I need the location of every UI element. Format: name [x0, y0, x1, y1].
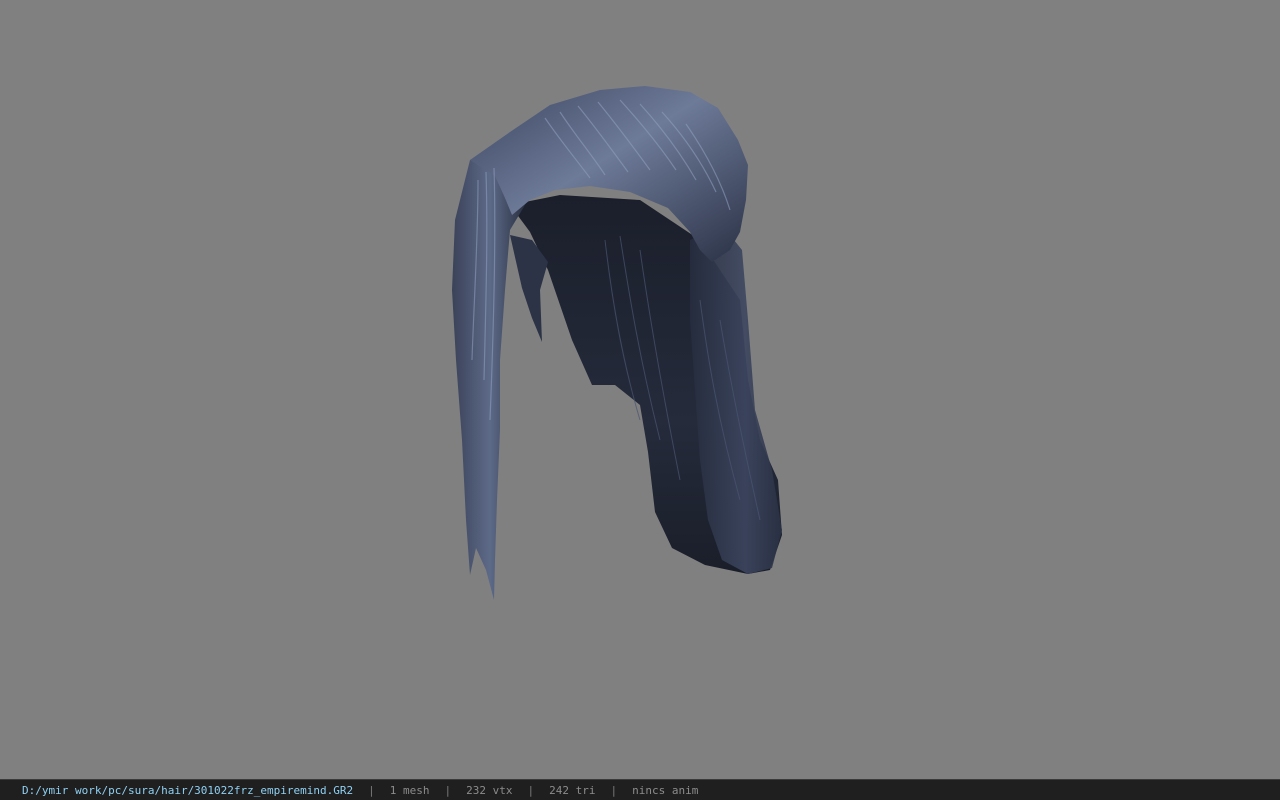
status-bar: D:/ymir work/pc/sura/hair/301022frz_empi… — [0, 779, 1280, 800]
mesh-count: 1 mesh — [389, 783, 430, 797]
status-separator: | — [444, 783, 452, 797]
triangle-count: 242 tri — [549, 783, 596, 797]
vertex-count: 232 vtx — [466, 783, 513, 797]
3d-viewport[interactable] — [0, 0, 1280, 779]
status-separator: | — [368, 783, 375, 797]
file-path: D:/ymir work/pc/sura/hair/301022frz_empi… — [22, 783, 354, 797]
status-separator: | — [610, 783, 618, 797]
hair-mesh-model — [452, 86, 782, 600]
status-separator: | — [527, 783, 535, 797]
animation-status: nincs anim — [632, 783, 699, 797]
